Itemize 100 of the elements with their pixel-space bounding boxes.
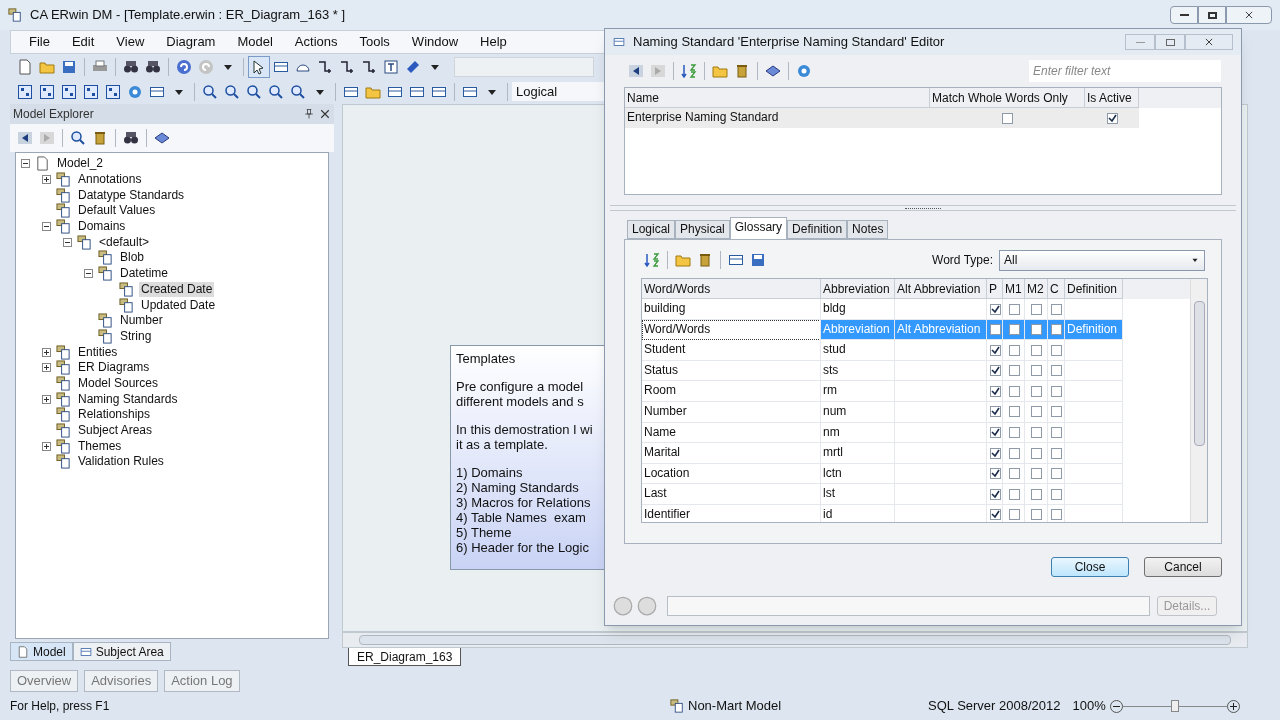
checkbox[interactable]	[1051, 468, 1062, 480]
checkbox[interactable]	[1031, 509, 1042, 521]
menu-item[interactable]: Edit	[61, 32, 105, 52]
expander[interactable]	[21, 159, 30, 169]
expander[interactable]	[42, 441, 51, 451]
menu-item[interactable]: Model	[227, 32, 283, 52]
toolbar-field[interactable]	[454, 56, 594, 77]
tab[interactable]: Definition	[787, 220, 848, 239]
tree-item[interactable]: Entities	[76, 344, 120, 360]
checkbox[interactable]	[1051, 365, 1062, 377]
output-tab[interactable]: Advisories	[84, 670, 159, 692]
tree-item[interactable]: Annotations	[76, 172, 144, 188]
checkbox[interactable]	[1031, 406, 1042, 418]
menu-item[interactable]: File	[19, 32, 60, 52]
checkbox[interactable]	[1031, 303, 1042, 315]
panel-tab[interactable]: Subject Area	[72, 642, 171, 661]
maximize-button[interactable]	[1155, 34, 1185, 50]
tree-item[interactable]: Relationships	[76, 407, 153, 423]
tree-item[interactable]: Domains	[76, 219, 128, 235]
checkbox[interactable]	[1031, 488, 1042, 500]
tree-item[interactable]: Datetime	[118, 266, 171, 282]
vertical-scrollbar[interactable]	[1190, 279, 1207, 522]
checkbox[interactable]	[1051, 406, 1062, 418]
checkbox[interactable]	[1106, 112, 1118, 124]
checkbox[interactable]	[1051, 344, 1062, 356]
output-tab[interactable]: Overview	[10, 670, 79, 692]
tab[interactable]: Glossary	[729, 217, 788, 239]
tree-item[interactable]: Subject Areas	[76, 423, 155, 439]
checkbox[interactable]	[989, 488, 1001, 500]
checkbox[interactable]	[989, 427, 1001, 439]
output-tab[interactable]: Action Log	[164, 670, 240, 692]
checkbox[interactable]	[1008, 406, 1020, 418]
tree-item[interactable]: <default>	[97, 234, 152, 250]
horizontal-scrollbar[interactable]	[342, 632, 1248, 648]
checkbox[interactable]	[989, 468, 1001, 480]
cursor-icon[interactable]	[248, 55, 270, 78]
tree-item[interactable]: Default Values	[76, 203, 158, 219]
checkbox[interactable]	[989, 324, 1001, 336]
tree-item[interactable]: Model Sources	[76, 375, 161, 391]
checkbox[interactable]	[1008, 509, 1020, 521]
checkbox[interactable]	[1031, 385, 1042, 397]
tree-item[interactable]: String	[118, 328, 154, 344]
menu-item[interactable]: Help	[470, 32, 517, 52]
checkbox[interactable]	[1051, 447, 1062, 459]
expander[interactable]	[42, 363, 51, 373]
checkbox[interactable]	[1051, 303, 1062, 315]
diagram-tab[interactable]: ER_Diagram_163	[348, 648, 462, 666]
checkbox[interactable]	[1008, 488, 1020, 500]
checkbox[interactable]	[989, 344, 1001, 356]
expander[interactable]	[84, 269, 93, 279]
dialog-button[interactable]: Cancel	[1144, 557, 1222, 577]
expander[interactable]	[42, 394, 51, 404]
checkbox[interactable]	[1031, 344, 1042, 356]
tree-item[interactable]: Created Date	[139, 281, 215, 297]
checkbox[interactable]	[1008, 303, 1020, 315]
checkbox[interactable]	[989, 365, 1001, 377]
menu-item[interactable]: Window	[401, 32, 469, 52]
checkbox[interactable]	[1051, 324, 1062, 336]
tab[interactable]: Logical	[627, 220, 676, 239]
expander[interactable]	[42, 222, 51, 232]
expander[interactable]	[42, 347, 51, 357]
checkbox[interactable]	[1008, 468, 1020, 480]
checkbox[interactable]	[989, 406, 1001, 418]
tree-item[interactable]: ER Diagrams	[76, 360, 152, 376]
checkbox[interactable]	[1031, 324, 1042, 336]
tab[interactable]: Physical	[675, 220, 730, 239]
tree-item[interactable]: Model_2	[55, 156, 106, 172]
checkbox[interactable]	[1051, 509, 1062, 521]
checkbox[interactable]	[1008, 427, 1020, 439]
checkbox[interactable]	[989, 447, 1001, 459]
menu-item[interactable]: Diagram	[156, 32, 226, 52]
scrollbar-thumb[interactable]	[1193, 301, 1205, 446]
tree-item[interactable]: Themes	[76, 438, 124, 454]
panel-tab[interactable]: Model	[10, 642, 73, 661]
checkbox[interactable]	[1031, 365, 1042, 377]
checkbox[interactable]	[1008, 447, 1020, 459]
checkbox[interactable]	[1031, 427, 1042, 439]
filter-field[interactable]: Enter filter text	[1029, 60, 1221, 82]
checkbox[interactable]	[1002, 112, 1013, 124]
checkbox[interactable]	[1051, 385, 1062, 397]
checkbox[interactable]	[1051, 488, 1062, 500]
menu-item[interactable]: Actions	[284, 32, 348, 52]
checkbox[interactable]	[989, 385, 1001, 397]
zoom-slider-thumb[interactable]	[1170, 700, 1179, 712]
checkbox[interactable]	[989, 509, 1001, 521]
checkbox[interactable]	[1031, 468, 1042, 480]
tab[interactable]: Notes	[847, 220, 889, 239]
tree-item[interactable]: Naming Standards	[76, 391, 180, 407]
tree-item[interactable]: Datatype Standards	[76, 187, 187, 203]
table-row[interactable]: Enterprise Naming Standard	[625, 108, 1139, 128]
menu-item[interactable]: Tools	[349, 32, 400, 52]
tree-item[interactable]: Blob	[118, 250, 147, 266]
checkbox[interactable]	[989, 303, 1001, 315]
word-type-select[interactable]: All	[999, 249, 1205, 271]
menu-item[interactable]: View	[106, 32, 155, 52]
expander[interactable]	[42, 175, 51, 185]
tree-item[interactable]: Validation Rules	[76, 454, 166, 470]
tree-item[interactable]: Number	[118, 313, 165, 329]
minimize-button[interactable]	[1170, 6, 1198, 24]
checkbox[interactable]	[1051, 427, 1062, 439]
